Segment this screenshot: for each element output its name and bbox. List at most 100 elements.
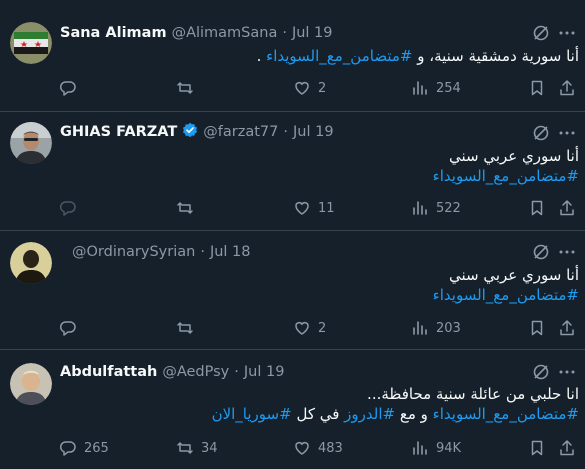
- reply-button[interactable]: 265: [59, 438, 109, 458]
- reply-icon: [59, 441, 76, 456]
- reply-button[interactable]: [59, 198, 84, 218]
- bookmark-icon: [531, 80, 543, 96]
- tweet[interactable]: Abdulfattah @AedPsy · Jul 19 انا حلبي من…: [0, 350, 585, 469]
- tweet[interactable]: @OrdinarySyrian · Jul 18 أنا سوري عربي س…: [0, 231, 585, 350]
- bar-chart-icon: [413, 201, 427, 215]
- grok-icon[interactable]: [532, 243, 550, 261]
- views-button[interactable]: 94K: [411, 438, 461, 458]
- views-count: 203: [436, 320, 461, 336]
- avatar-photo-image: [10, 363, 52, 405]
- avatar[interactable]: [10, 22, 52, 64]
- heart-icon: [295, 201, 309, 215]
- retweet-icon: [177, 82, 193, 94]
- separator-dot: ·: [283, 124, 288, 140]
- user-handle[interactable]: @OrdinarySyrian: [72, 244, 195, 260]
- verified-badge-icon[interactable]: [182, 122, 198, 142]
- timestamp[interactable]: Jul 19: [292, 25, 333, 41]
- action-bar: 265 34 483 94K: [0, 438, 585, 458]
- hashtag-link[interactable]: #الدروز: [344, 405, 395, 423]
- display-name[interactable]: GHIAS FARZAT: [60, 124, 177, 140]
- tweet[interactable]: GHIAS FARZAT @farzat77 · Jul 19 أنا سوري…: [0, 112, 585, 231]
- hashtag-link[interactable]: #متضامن_مع_السويداء: [433, 167, 579, 185]
- reply-button[interactable]: [59, 78, 84, 98]
- views-button[interactable]: 203: [411, 318, 461, 338]
- views-button[interactable]: 522: [411, 198, 461, 218]
- retweet-button[interactable]: [176, 318, 201, 338]
- tweet-text-line: أنا سوري عربي سني: [60, 265, 579, 285]
- like-button[interactable]: 11: [293, 198, 335, 218]
- action-bar: 2 254: [0, 78, 585, 98]
- tweet-text-line: انا حلبي من عائلة سنية محافظة...: [60, 384, 579, 404]
- bookmark-icon: [531, 440, 543, 456]
- bookmark-button[interactable]: [528, 318, 546, 338]
- more-dots-icon[interactable]: [558, 124, 576, 142]
- share-button[interactable]: [558, 318, 576, 338]
- separator-dot: ·: [200, 244, 205, 260]
- hashtag-link[interactable]: #متضامن_مع_السويداء: [433, 286, 579, 304]
- more-dots-icon[interactable]: [558, 24, 576, 42]
- tweet-header: Sana Alimam @AlimamSana · Jul 19: [60, 23, 333, 43]
- display-name[interactable]: Sana Alimam: [60, 25, 167, 41]
- text-segment: أنا سورية دمشقية سنية، و: [412, 47, 579, 65]
- share-button[interactable]: [558, 78, 576, 98]
- grok-icon[interactable]: [532, 124, 550, 142]
- tweet-text-line: #متضامن_مع_السويداء و مع #الدروز في كل #…: [60, 404, 579, 424]
- tweet-text-line: #متضامن_مع_السويداء: [60, 285, 579, 305]
- hashtag-link[interactable]: #متضامن_مع_السويداء: [433, 405, 579, 423]
- user-handle[interactable]: @AlimamSana: [172, 25, 278, 41]
- share-button[interactable]: [558, 438, 576, 458]
- like-button[interactable]: 2: [293, 78, 326, 98]
- hashtag-link[interactable]: #سوريا_الان: [212, 405, 292, 423]
- retweet-icon: [177, 442, 193, 454]
- action-bar: 2 203: [0, 318, 585, 338]
- more-dots-icon[interactable]: [558, 243, 576, 261]
- text-segment: في كل: [291, 405, 345, 423]
- tweet-text-line: أنا سورية دمشقية سنية، و #متضامن_مع_السو…: [60, 46, 579, 66]
- reply-icon: [59, 321, 76, 336]
- text-segment: أنا سوري عربي سني: [448, 147, 579, 165]
- tweet-header: @OrdinarySyrian · Jul 18: [67, 242, 251, 262]
- retweet-icon: [177, 202, 193, 214]
- retweet-button[interactable]: [176, 78, 201, 98]
- views-button[interactable]: 254: [411, 78, 461, 98]
- text-segment: و مع: [395, 405, 433, 423]
- action-bar: 11 522: [0, 198, 585, 218]
- more-dots-icon[interactable]: [558, 363, 576, 381]
- like-count: 483: [318, 440, 343, 456]
- grok-icon[interactable]: [532, 363, 550, 381]
- timestamp[interactable]: Jul 19: [293, 124, 334, 140]
- avatar-flag-image: [10, 22, 52, 64]
- avatar[interactable]: [10, 122, 52, 164]
- reply-button[interactable]: [59, 318, 84, 338]
- bookmark-icon: [531, 320, 543, 336]
- grok-icon[interactable]: [532, 24, 550, 42]
- reply-icon: [59, 201, 76, 216]
- views-count: 254: [436, 80, 461, 96]
- tweet-text: أنا سوري عربي سني #متضامن_مع_السويداء: [60, 146, 579, 186]
- heart-icon: [295, 441, 309, 455]
- retweet-button[interactable]: [176, 198, 201, 218]
- user-handle[interactable]: @AedPsy: [162, 364, 229, 380]
- reply-count: 265: [84, 440, 109, 456]
- separator-dot: ·: [282, 25, 287, 41]
- display-name[interactable]: Abdulfattah: [60, 364, 157, 380]
- tweet[interactable]: Sana Alimam @AlimamSana · Jul 19 أنا سور…: [0, 0, 585, 112]
- retweet-button[interactable]: 34: [176, 438, 218, 458]
- heart-icon: [295, 81, 309, 95]
- avatar[interactable]: [10, 242, 52, 284]
- avatar[interactable]: [10, 363, 52, 405]
- bookmark-button[interactable]: [528, 198, 546, 218]
- separator-dot: ·: [234, 364, 239, 380]
- timestamp[interactable]: Jul 18: [210, 244, 251, 260]
- like-button[interactable]: 483: [293, 438, 343, 458]
- hashtag-link[interactable]: #متضامن_مع_السويداء: [266, 47, 412, 65]
- text-segment: .: [256, 47, 267, 65]
- like-count: 2: [318, 80, 327, 96]
- bookmark-button[interactable]: [528, 438, 546, 458]
- bookmark-button[interactable]: [528, 78, 546, 98]
- heart-icon: [295, 321, 309, 335]
- user-handle[interactable]: @farzat77: [203, 124, 278, 140]
- timestamp[interactable]: Jul 19: [244, 364, 285, 380]
- like-button[interactable]: 2: [293, 318, 326, 338]
- share-button[interactable]: [558, 198, 576, 218]
